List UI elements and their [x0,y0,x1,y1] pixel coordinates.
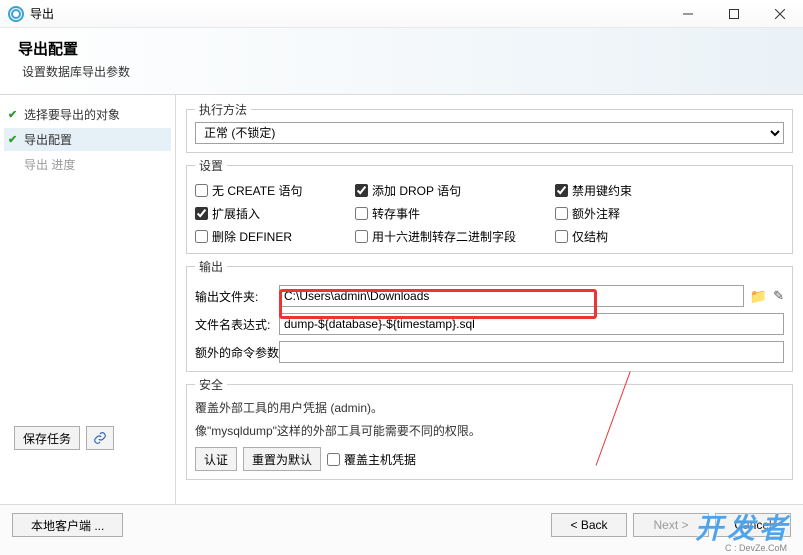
setting-checkbox-input-5[interactable] [555,207,568,220]
browse-folder-icon[interactable]: 📁 [750,288,767,305]
file-expression-input[interactable] [279,313,784,335]
setting-checkbox-5[interactable]: 额外注释 [555,205,784,222]
page-title: 导出配置 [18,38,785,59]
output-legend: 输出 [195,258,227,275]
save-task-button[interactable]: 保存任务 [14,426,80,450]
output-folder-input[interactable] [279,285,744,307]
app-icon [8,6,24,22]
maximize-button[interactable] [711,0,757,28]
minimize-button[interactable] [665,0,711,28]
extra-args-label: 额外的命令参数: [195,344,273,361]
main-pane: 执行方法 正常 (不锁定) 设置 无 CREATE 语句添加 DROP 语句禁用… [175,95,803,504]
setting-checkbox-0[interactable]: 无 CREATE 语句 [195,182,355,199]
local-client-button[interactable]: 本地客户端 ... [12,513,123,537]
setting-checkbox-input-2[interactable] [555,184,568,197]
security-text-1: 覆盖外部工具的用户凭据 (admin)。 [195,397,784,420]
setting-checkbox-input-7[interactable] [355,230,368,243]
security-legend: 安全 [195,376,227,393]
setting-checkbox-8[interactable]: 仅结构 [555,228,784,245]
wizard-step-select-objects[interactable]: 选择要导出的对象 [4,103,171,126]
edit-icon[interactable]: ✎ [773,288,784,304]
link-config-button[interactable] [86,426,114,450]
output-folder-label: 输出文件夹: [195,288,273,305]
setting-checkbox-input-8[interactable] [555,230,568,243]
setting-checkbox-input-3[interactable] [195,207,208,220]
security-group: 安全 覆盖外部工具的用户凭据 (admin)。 像"mysqldump"这样的外… [186,376,793,480]
execution-method-group: 执行方法 正常 (不锁定) [186,101,793,153]
wizard-header: 导出配置 设置数据库导出参数 [0,28,803,95]
watermark-sub: C : DevZe.CoM [725,543,787,553]
override-host-checkbox-label[interactable]: 覆盖主机凭据 [327,451,416,468]
output-group: 输出 输出文件夹: 📁 ✎ 文件名表达式: 额外的命令参数: [186,258,793,372]
setting-checkbox-2[interactable]: 禁用键约束 [555,182,784,199]
wizard-footer: 本地客户端 ... < Back Next > Cancel [0,504,803,555]
wizard-step-progress: 导出 进度 [4,153,171,176]
watermark-brand: 开发者 [695,507,791,547]
extra-args-input[interactable] [279,341,784,363]
title-bar: 导出 [0,0,803,28]
setting-checkbox-4[interactable]: 转存事件 [355,205,555,222]
settings-legend: 设置 [195,157,227,174]
window-title: 导出 [30,5,54,22]
save-task-row: 保存任务 [14,426,114,450]
page-subtitle: 设置数据库导出参数 [18,63,785,80]
setting-checkbox-input-4[interactable] [355,207,368,220]
setting-checkbox-6[interactable]: 删除 DEFINER [195,228,355,245]
auth-button[interactable]: 认证 [195,447,237,471]
wizard-step-export-config[interactable]: 导出配置 [4,128,171,151]
setting-checkbox-input-0[interactable] [195,184,208,197]
settings-group: 设置 无 CREATE 语句添加 DROP 语句禁用键约束扩展插入转存事件额外注… [186,157,793,254]
execution-method-select[interactable]: 正常 (不锁定) [195,122,784,144]
security-text-2: 像"mysqldump"这样的外部工具可能需要不同的权限。 [195,420,784,443]
setting-checkbox-input-1[interactable] [355,184,368,197]
execution-method-legend: 执行方法 [195,101,251,118]
reset-default-button[interactable]: 重置为默认 [243,447,321,471]
override-host-checkbox[interactable] [327,453,340,466]
file-expression-label: 文件名表达式: [195,316,273,333]
setting-checkbox-7[interactable]: 用十六进制转存二进制字段 [355,228,555,245]
close-button[interactable] [757,0,803,28]
setting-checkbox-3[interactable]: 扩展插入 [195,205,355,222]
back-button[interactable]: < Back [551,513,627,537]
setting-checkbox-1[interactable]: 添加 DROP 语句 [355,182,555,199]
setting-checkbox-input-6[interactable] [195,230,208,243]
